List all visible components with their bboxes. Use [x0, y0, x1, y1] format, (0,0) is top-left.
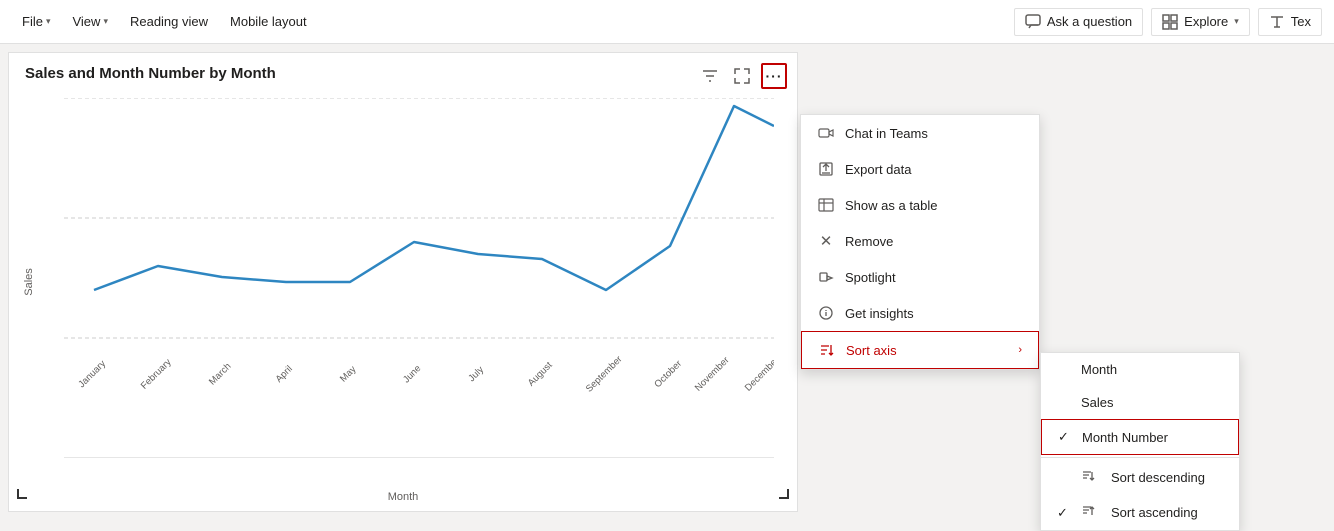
ask-question-button[interactable]: Ask a question [1014, 8, 1143, 36]
explore-button[interactable]: Explore ▾ [1151, 8, 1250, 36]
svg-text:June: June [401, 363, 423, 385]
menu-item-show-as-table[interactable]: Show as a table [801, 187, 1039, 223]
svg-text:April: April [274, 364, 295, 385]
sort-axis-arrow: › [1018, 344, 1022, 356]
explore-icon [1162, 14, 1178, 30]
month-number-label: Month Number [1082, 430, 1168, 445]
svg-text:March: March [207, 361, 233, 387]
teams-icon [817, 124, 835, 142]
chevron-down-icon: ▾ [1234, 16, 1239, 27]
text-button[interactable]: Tex [1258, 8, 1322, 36]
sales-label: Sales [1081, 395, 1114, 410]
svg-text:January: January [76, 358, 108, 390]
menu-view[interactable]: View ▾ [62, 8, 117, 35]
menu-item-get-insights[interactable]: Get insights [801, 295, 1039, 331]
svg-text:October: October [652, 358, 684, 390]
topbar-left: File ▾ View ▾ Reading view Mobile layout [12, 8, 1010, 35]
expand-icon-button[interactable] [729, 63, 755, 89]
show-as-table-label: Show as a table [845, 198, 1023, 213]
svg-text:February: February [139, 357, 174, 392]
svg-text:December: December [743, 355, 774, 394]
svg-text:May: May [338, 364, 359, 385]
remove-icon: ✕ [817, 232, 835, 250]
filter-icon-button[interactable] [697, 63, 723, 89]
check-placeholder [1057, 395, 1073, 410]
menu-item-chat-in-teams[interactable]: Chat in Teams [801, 115, 1039, 151]
more-options-icon-button[interactable]: ··· [761, 63, 787, 89]
sort-axis-icon [818, 341, 836, 359]
svg-text:November: November [693, 355, 732, 394]
spotlight-label: Spotlight [845, 270, 1023, 285]
comment-icon [1025, 14, 1041, 30]
x-axis-label: Month [388, 491, 419, 503]
month-label: Month [1081, 362, 1117, 377]
check-placeholder [1057, 362, 1073, 377]
remove-label: Remove [845, 234, 1023, 249]
get-insights-label: Get insights [845, 306, 1023, 321]
menu-item-remove[interactable]: ✕ Remove [801, 223, 1039, 259]
menu-file[interactable]: File ▾ [12, 8, 60, 35]
sub-menu-item-month[interactable]: Month [1041, 353, 1239, 386]
table-icon [817, 196, 835, 214]
svg-text:September: September [584, 354, 625, 395]
checkmark-icon-asc: ✓ [1057, 505, 1073, 521]
check-placeholder [1057, 470, 1073, 485]
chart-icons: ··· [697, 63, 787, 89]
chart-svg: 20M 10M 0M January February March April … [64, 98, 774, 458]
text-icon [1269, 14, 1285, 30]
topbar-right: Ask a question Explore ▾ Tex [1014, 8, 1322, 36]
chat-in-teams-label: Chat in Teams [845, 126, 1023, 141]
sub-menu-item-sort-descending[interactable]: Sort descending [1041, 460, 1239, 495]
main-area: Sales and Month Number by Month ··· Sale… [0, 52, 1334, 527]
sort-ascending-label: Sort ascending [1111, 505, 1198, 520]
svg-text:August: August [526, 360, 555, 389]
y-axis-label: Sales [23, 268, 35, 296]
chevron-down-icon: ▾ [46, 16, 51, 27]
export-data-label: Export data [845, 162, 1023, 177]
checkmark-icon: ✓ [1058, 429, 1074, 445]
expand-icon [734, 68, 750, 84]
menu-item-spotlight[interactable]: Spotlight [801, 259, 1039, 295]
chart-title: Sales and Month Number by Month [9, 53, 797, 82]
context-menu: Chat in Teams Export data [800, 114, 1040, 370]
ellipsis-icon: ··· [766, 68, 783, 84]
sort-desc-icon [1081, 469, 1099, 486]
sub-menu-item-sales[interactable]: Sales [1041, 386, 1239, 419]
chevron-down-icon: ▾ [103, 16, 108, 27]
menu-mobile-layout[interactable]: Mobile layout [220, 8, 317, 35]
corner-bracket-bl [17, 489, 27, 499]
sub-menu-divider [1041, 457, 1239, 458]
chart-container: Sales and Month Number by Month ··· Sale… [8, 52, 798, 512]
corner-bracket-br [779, 489, 789, 499]
filter-icon [702, 68, 718, 84]
insights-icon [817, 304, 835, 322]
sort-axis-label: Sort axis [846, 343, 1008, 358]
sort-descending-label: Sort descending [1111, 470, 1205, 485]
topbar: File ▾ View ▾ Reading view Mobile layout… [0, 0, 1334, 44]
svg-text:July: July [466, 364, 486, 384]
export-icon [817, 160, 835, 178]
menu-reading-view[interactable]: Reading view [120, 8, 218, 35]
sort-asc-icon [1081, 504, 1099, 521]
sub-menu: Month Sales ✓ Month Number Sort descendi… [1040, 352, 1240, 531]
sub-menu-item-sort-ascending[interactable]: ✓ Sort ascending [1041, 495, 1239, 530]
menu-item-sort-axis[interactable]: Sort axis › [801, 331, 1039, 369]
spotlight-icon [817, 268, 835, 286]
menu-item-export-data[interactable]: Export data [801, 151, 1039, 187]
sub-menu-item-month-number[interactable]: ✓ Month Number [1041, 419, 1239, 455]
